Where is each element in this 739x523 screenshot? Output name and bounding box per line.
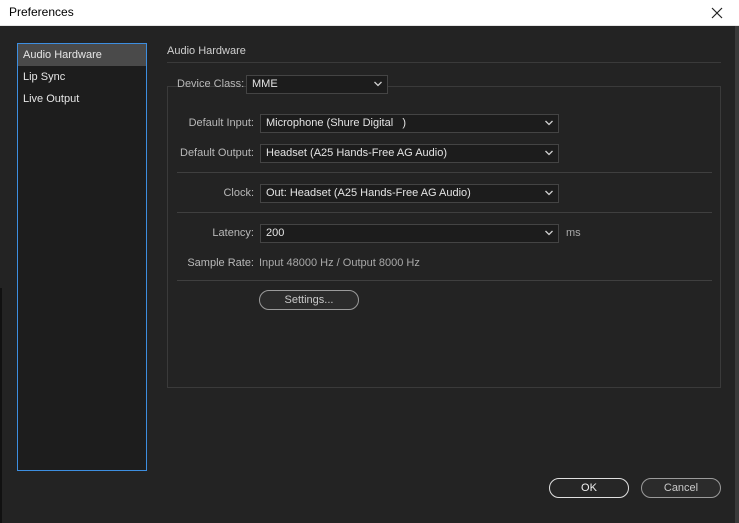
latency-dropdown[interactable]: 200	[260, 224, 559, 243]
window-edge	[735, 26, 739, 523]
close-icon	[711, 7, 723, 19]
default-input-dropdown[interactable]: Microphone (Shure Digital )	[260, 114, 559, 133]
window-title: Preferences	[9, 5, 74, 19]
chevron-down-icon	[545, 150, 553, 156]
sidebar-item-lip-sync[interactable]: Lip Sync	[18, 66, 146, 88]
default-output-value: Headset (A25 Hands-Free AG Audio)	[266, 147, 447, 159]
divider	[177, 212, 712, 213]
clock-label: Clock:	[223, 187, 254, 199]
default-output-label: Default Output:	[180, 147, 254, 159]
device-class-label: Device Class:	[177, 78, 245, 90]
sidebar-item-label: Live Output	[23, 93, 80, 105]
section-title: Audio Hardware	[167, 45, 246, 57]
latency-value: 200	[266, 227, 285, 239]
divider	[177, 172, 712, 173]
default-input-label: Default Input:	[188, 117, 254, 129]
ok-button[interactable]: OK	[549, 478, 629, 498]
divider	[167, 62, 721, 63]
latency-label: Latency:	[212, 227, 254, 239]
chevron-down-icon	[545, 120, 553, 126]
chevron-down-icon	[545, 230, 553, 236]
window-edge	[0, 288, 2, 523]
sidebar-item-label: Audio Hardware	[23, 49, 102, 61]
sample-rate-label: Sample Rate:	[187, 257, 254, 269]
device-class-dropdown[interactable]: MME	[246, 75, 388, 94]
title-bar: Preferences	[0, 0, 739, 26]
clock-dropdown[interactable]: Out: Headset (A25 Hands-Free AG Audio)	[260, 184, 559, 203]
sidebar-item-live-output[interactable]: Live Output	[18, 88, 146, 110]
cancel-button[interactable]: Cancel	[641, 478, 721, 498]
clock-value: Out: Headset (A25 Hands-Free AG Audio)	[266, 187, 471, 199]
divider	[177, 280, 712, 281]
sidebar-item-audio-hardware[interactable]: Audio Hardware	[18, 44, 146, 66]
settings-button[interactable]: Settings...	[259, 290, 359, 310]
close-button[interactable]	[695, 0, 739, 26]
device-class-value: MME	[252, 78, 278, 90]
default-input-value: Microphone (Shure Digital )	[266, 117, 407, 129]
chevron-down-icon	[374, 81, 382, 87]
chevron-down-icon	[545, 190, 553, 196]
default-output-dropdown[interactable]: Headset (A25 Hands-Free AG Audio)	[260, 144, 559, 163]
sample-rate-value: Input 48000 Hz / Output 8000 Hz	[259, 257, 420, 269]
category-list: Audio Hardware Lip Sync Live Output	[17, 43, 147, 471]
preferences-dialog: Audio Hardware Lip Sync Live Output Audi…	[0, 26, 739, 523]
latency-unit: ms	[566, 227, 581, 239]
sidebar-item-label: Lip Sync	[23, 71, 66, 83]
